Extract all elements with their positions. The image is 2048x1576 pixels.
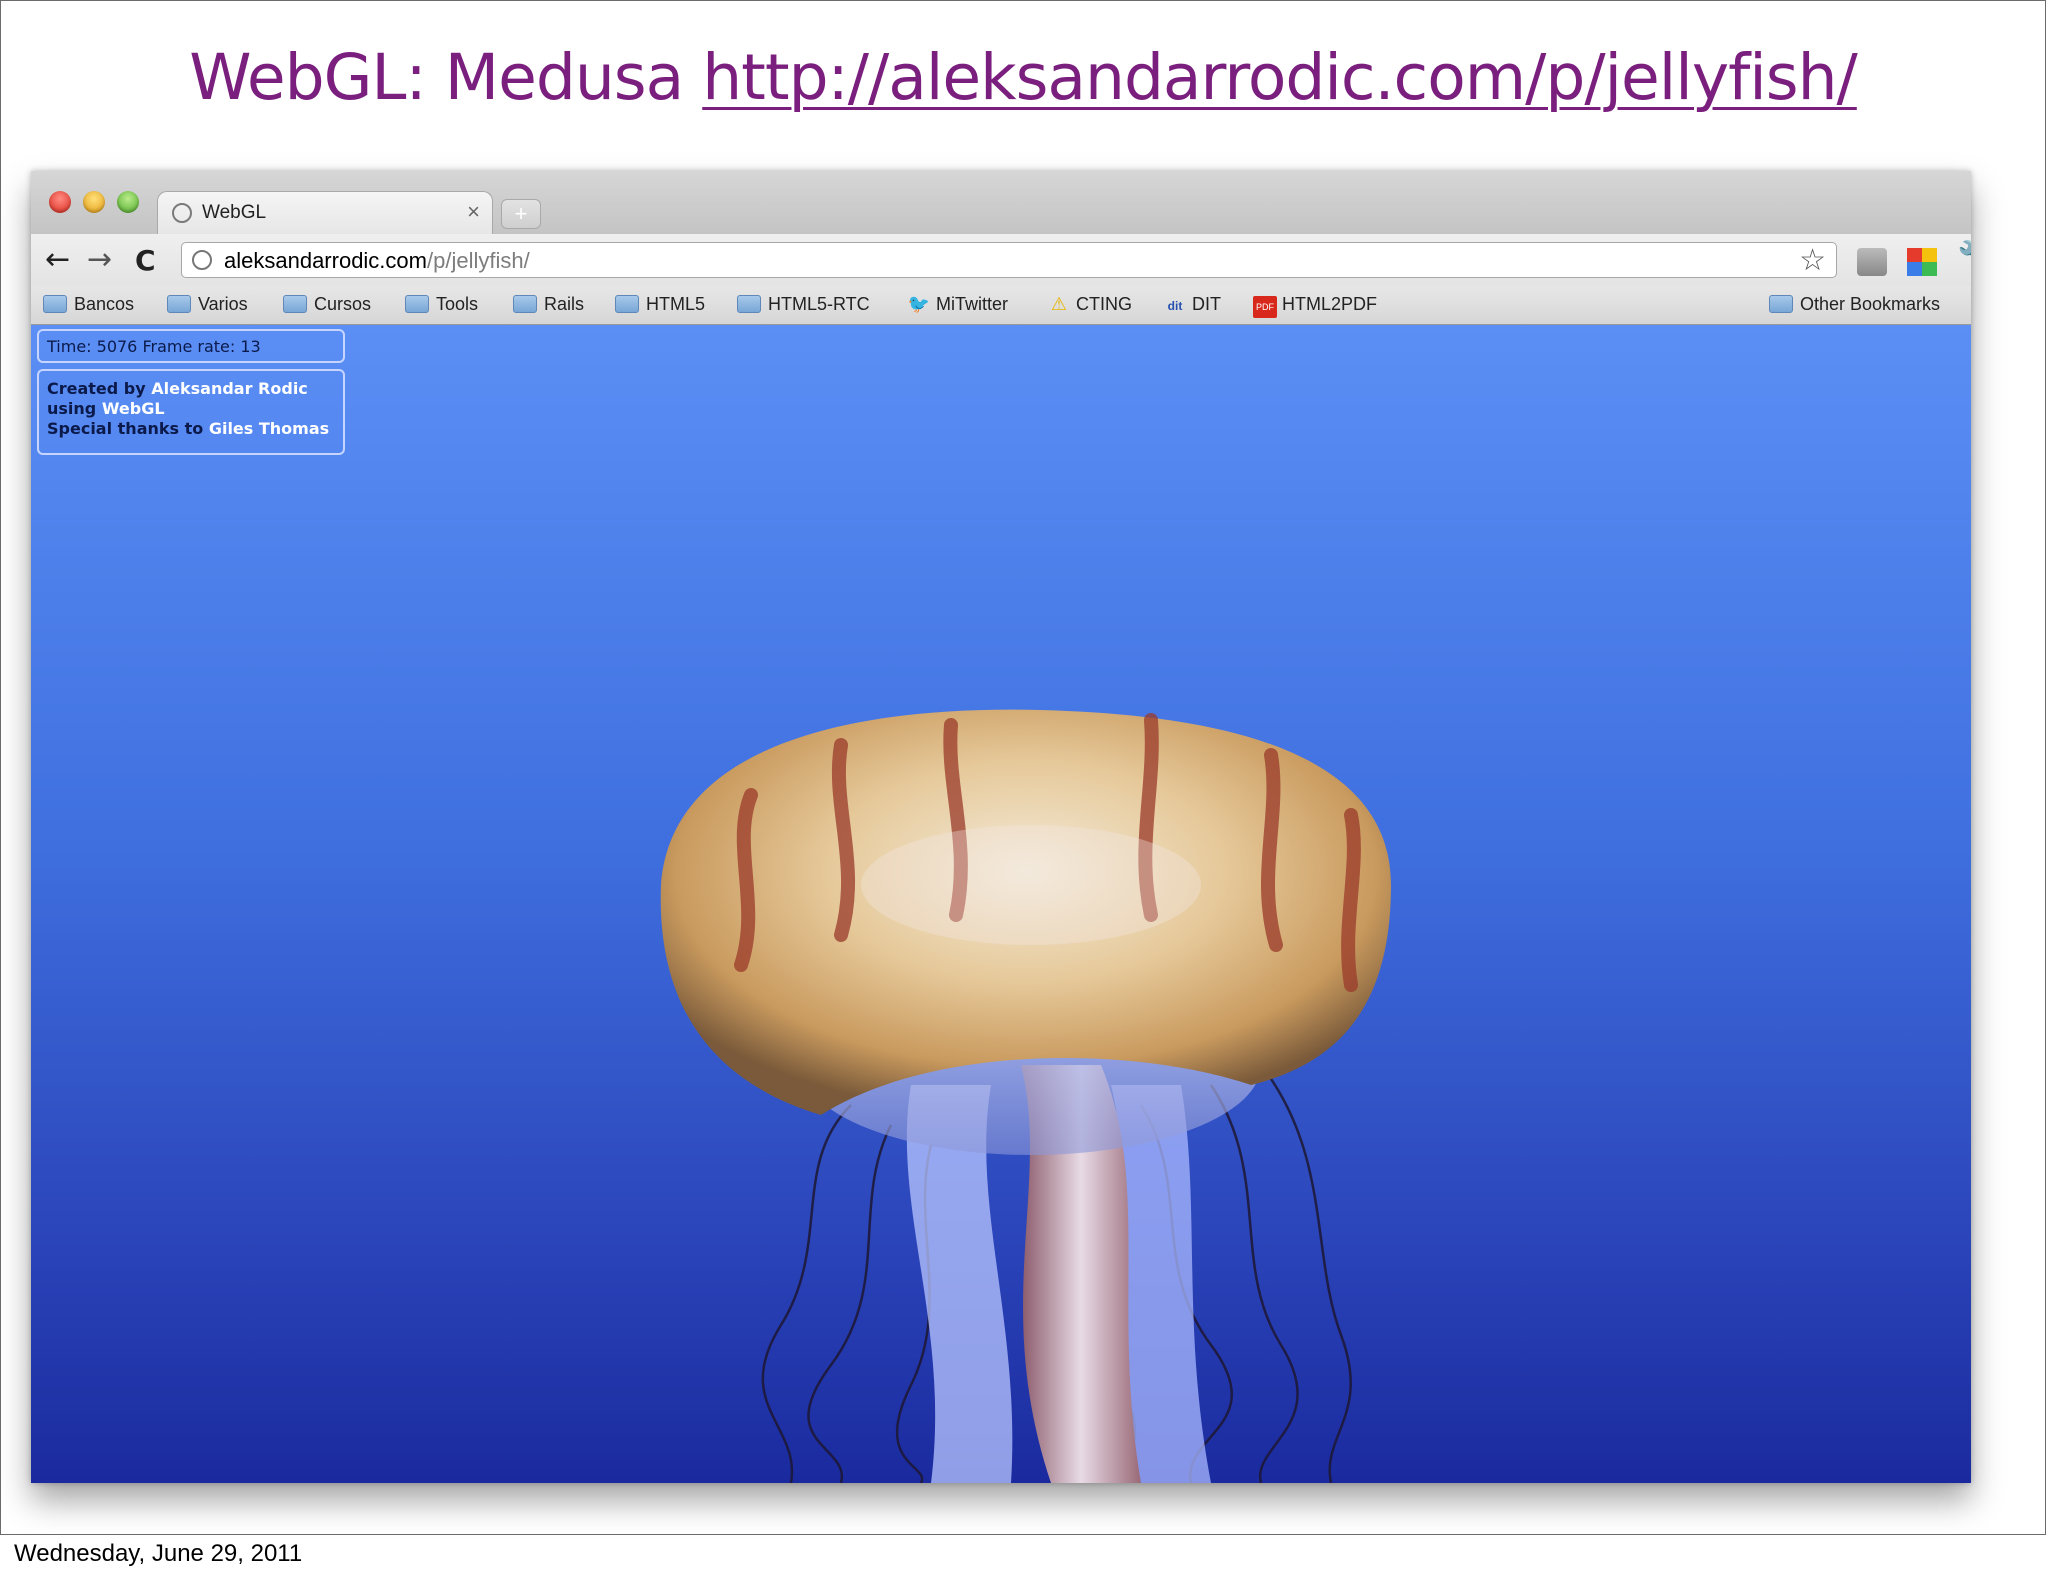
- slide-title: WebGL: Medusa http://aleksandarrodic.com…: [1, 41, 2045, 114]
- bookmark-bancos[interactable]: Bancos: [43, 294, 134, 315]
- webgl-canvas[interactable]: Time: 5076 Frame rate: 13 Created by Ale…: [31, 325, 1971, 1483]
- time-label: Time:: [47, 337, 92, 356]
- bookmark-mitwitter[interactable]: 🐦 MiTwitter: [907, 294, 1008, 315]
- dit-logo-icon: dit: [1167, 299, 1183, 313]
- webgl-link[interactable]: WebGL: [102, 399, 165, 418]
- bookmarks-bar: Bancos Varios Cursos Tools Rails HTML5 H…: [31, 286, 1971, 325]
- toolbar: ← → C aleksandarrodic.com/p/jellyfish/ ☆…: [31, 234, 1971, 286]
- folder-icon: [43, 295, 67, 313]
- credits-panel: Created by Aleksandar Rodic using WebGL …: [37, 369, 345, 455]
- time-value: 5076: [96, 337, 138, 356]
- created-by-label: Created by: [47, 379, 146, 398]
- tab-strip: WebGL × +: [31, 171, 1971, 235]
- footer-date: Wednesday, June 29, 2011: [14, 1540, 303, 1567]
- address-domain: aleksandarrodic.com: [224, 248, 427, 273]
- slide: WebGL: Medusa http://aleksandarrodic.com…: [0, 0, 2046, 1535]
- slide-title-link[interactable]: http://aleksandarrodic.com/p/jellyfish/: [702, 41, 1858, 114]
- close-window-button[interactable]: [49, 191, 71, 213]
- twitter-bird-icon: 🐦: [907, 294, 931, 314]
- bookmark-tools[interactable]: Tools: [405, 294, 478, 315]
- folder-icon: [405, 295, 429, 313]
- color-extension-icon[interactable]: [1907, 248, 1937, 276]
- reload-icon[interactable]: C: [135, 244, 156, 277]
- frame-rate-label: Frame rate:: [142, 337, 236, 356]
- jellyfish-render: [660, 709, 1391, 1483]
- bookmark-cting[interactable]: ⚠ CTING: [1047, 294, 1132, 315]
- tab-title: WebGL: [202, 202, 267, 223]
- wrench-icon[interactable]: 🔧: [1957, 240, 1971, 275]
- browser-window: WebGL × + ← → C aleksandarrodic.com/p/je…: [31, 171, 1971, 1483]
- zoom-window-button[interactable]: [117, 191, 139, 213]
- using-label: using: [47, 399, 97, 418]
- star-icon[interactable]: ☆: [1799, 243, 1826, 278]
- forward-arrow-icon[interactable]: →: [87, 242, 112, 277]
- thanks-label: Special thanks to: [47, 419, 204, 438]
- mail-extension-icon[interactable]: [1857, 248, 1887, 276]
- bookmark-html5-rtc[interactable]: HTML5-RTC: [737, 294, 870, 315]
- slide-title-prefix: WebGL: Medusa: [189, 41, 684, 114]
- hud-time-framerate: Time: 5076 Frame rate: 13: [37, 329, 345, 363]
- back-arrow-icon[interactable]: ←: [45, 242, 70, 277]
- address-path: /p/jellyfish/: [426, 248, 530, 273]
- bookmark-cursos[interactable]: Cursos: [283, 294, 371, 315]
- address-bar[interactable]: aleksandarrodic.com/p/jellyfish/ ☆: [181, 242, 1837, 278]
- tab-webgl[interactable]: WebGL ×: [157, 191, 493, 235]
- bookmark-html5[interactable]: HTML5: [615, 294, 705, 315]
- bookmark-rails[interactable]: Rails: [513, 294, 584, 315]
- folder-icon: [615, 295, 639, 313]
- bookmark-dit[interactable]: dit DIT: [1163, 294, 1221, 315]
- warning-icon: ⚠: [1050, 294, 1068, 314]
- folder-icon: [737, 295, 761, 313]
- bookmark-varios[interactable]: Varios: [167, 294, 248, 315]
- minimize-window-button[interactable]: [83, 191, 105, 213]
- folder-icon: [283, 295, 307, 313]
- globe-icon: [172, 203, 192, 223]
- bookmark-other[interactable]: Other Bookmarks: [1769, 294, 1940, 315]
- frame-rate-value: 13: [240, 337, 261, 356]
- author-link[interactable]: Aleksandar Rodic: [151, 379, 308, 398]
- thanks-link[interactable]: Giles Thomas: [209, 419, 329, 438]
- folder-icon: [513, 295, 537, 313]
- bookmark-html2pdf[interactable]: PDF HTML2PDF: [1253, 294, 1377, 318]
- new-tab-button[interactable]: +: [501, 199, 541, 229]
- folder-icon: [1769, 295, 1793, 313]
- folder-icon: [167, 295, 191, 313]
- pdf-icon: PDF: [1253, 296, 1277, 318]
- tab-close-icon[interactable]: ×: [467, 199, 480, 225]
- globe-icon: [192, 250, 212, 270]
- address-url: aleksandarrodic.com/p/jellyfish/: [224, 248, 530, 274]
